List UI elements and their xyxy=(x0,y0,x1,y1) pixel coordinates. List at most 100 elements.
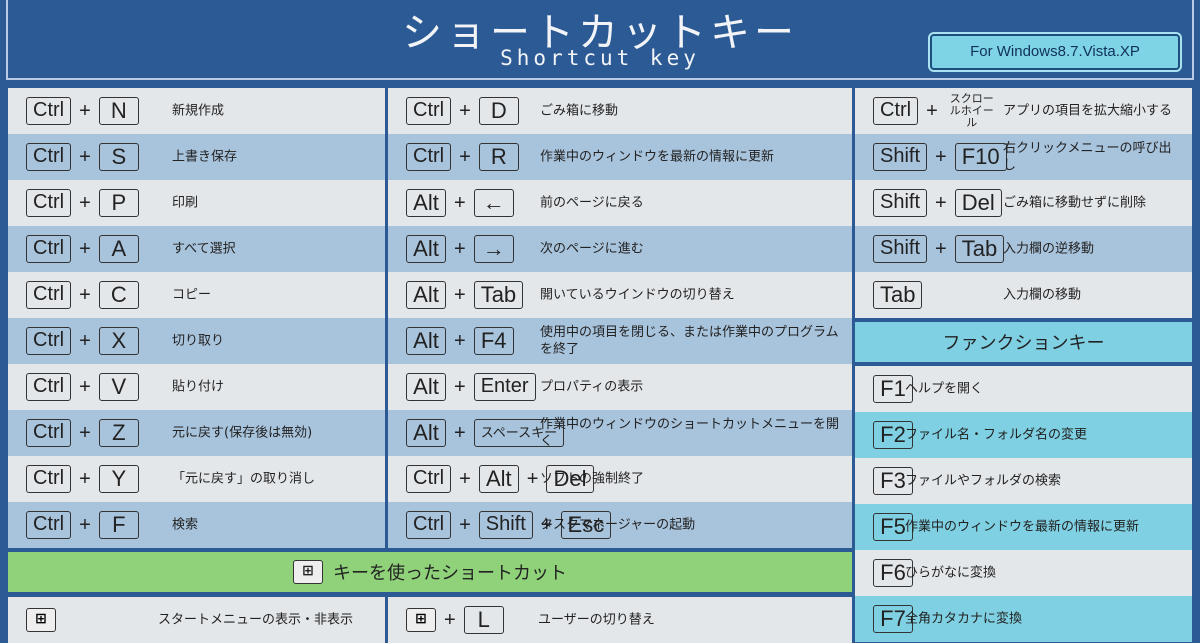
key-cap: Ctrl xyxy=(873,97,919,125)
windows-key-header: ⊞ キーを使ったショートカット xyxy=(8,552,852,592)
shortcut-description: 検索 xyxy=(172,517,199,533)
shortcut-row: F2 ファイル名・フォルダ名の変更 xyxy=(855,412,1192,458)
plus-sign: + xyxy=(79,513,91,536)
plus-sign: + xyxy=(526,467,539,490)
shortcut-description: プロパティの表示 xyxy=(540,379,644,395)
key-cap: Ctrl xyxy=(406,465,452,493)
key-cap: Shift xyxy=(478,511,533,539)
key-cap: Ctrl xyxy=(26,327,72,355)
shortcut-description: 上書き保存 xyxy=(172,149,238,165)
plus-sign: + xyxy=(459,99,471,122)
windows-key-title: キーを使ったショートカット xyxy=(333,563,567,584)
shortcut-row: Ctrl + F 検索 xyxy=(8,502,385,548)
shortcut-description: 作業中のウィンドウを最新の情報に更新 xyxy=(905,519,1140,535)
key-cap: Enter xyxy=(473,373,536,401)
shortcut-description: 新規作成 xyxy=(172,103,225,119)
shortcut-description: 右クリックメニューの呼び出し xyxy=(1003,141,1172,173)
scroll-wheel-label: スクロールホイール xyxy=(949,92,994,129)
windows-version-badge: For Windows8.7.Vista.XP xyxy=(928,32,1182,72)
shortcut-description: 次のページに進む xyxy=(540,241,644,257)
shortcut-row: Alt + ← 前のページに戻る xyxy=(388,180,852,226)
shortcut-description: アプリの項目を拡大縮小する xyxy=(1003,103,1173,119)
shortcut-row: Alt + F4 使用中の項目を閉じる、または作業中のプログラムを終了 xyxy=(388,318,852,364)
plus-sign: + xyxy=(459,513,471,536)
shortcut-row: Shift + Del ごみ箱に移動せずに削除 xyxy=(855,180,1192,226)
shortcut-row: Tab 入力欄の移動 xyxy=(855,272,1192,318)
key-cap: Shift xyxy=(873,235,928,263)
key-cap: F4 xyxy=(473,327,514,355)
plus-sign: + xyxy=(454,191,466,214)
plus-sign: + xyxy=(935,237,947,260)
key-cap: Ctrl xyxy=(26,97,72,125)
shortcut-row: F1 ヘルプを開く xyxy=(855,366,1192,412)
shortcut-row: Alt + → 次のページに進む xyxy=(388,226,852,272)
plus-sign: + xyxy=(79,283,91,306)
key-cap: Ctrl xyxy=(406,511,452,539)
shortcut-description: 入力欄の逆移動 xyxy=(1003,241,1095,257)
plus-sign: + xyxy=(935,145,947,168)
key-cap: Shift xyxy=(873,189,928,217)
shortcut-row: Ctrl + スクロールホイール アプリの項目を拡大縮小する xyxy=(855,88,1192,134)
key-cap: Ctrl xyxy=(26,281,72,309)
shortcut-description: 使用中の項目を閉じる、または作業中のプログラムを終了 xyxy=(540,325,839,357)
plus-sign: + xyxy=(459,145,471,168)
shortcut-description: タスクマネージャーの起動 xyxy=(540,517,696,533)
shortcut-description: 印刷 xyxy=(172,195,199,211)
key-cap: R xyxy=(478,143,519,171)
shortcut-row: Ctrl + C コピー xyxy=(8,272,385,318)
key-cap: ← xyxy=(473,189,514,217)
shortcut-description: 切り取り xyxy=(172,333,225,349)
plus-sign: + xyxy=(444,608,456,631)
shortcut-description: 作業中のウィンドウのショートカットメニューを開く xyxy=(540,417,840,449)
plus-sign: + xyxy=(454,237,466,260)
shortcut-row: F6 ひらがなに変換 xyxy=(855,550,1192,596)
shortcut-row: ⊞ + L ユーザーの切り替え xyxy=(388,597,852,643)
plus-sign: + xyxy=(454,329,466,352)
windows-key-icon: ⊞ xyxy=(406,608,436,632)
shortcut-row: Shift + Tab 入力欄の逆移動 xyxy=(855,226,1192,272)
shortcut-description: ファイルやフォルダの検索 xyxy=(905,473,1062,489)
key-cap: C xyxy=(98,281,139,309)
shortcut-row: Ctrl + Z 元に戻す(保存後は無効) xyxy=(8,410,385,456)
key-cap: A xyxy=(98,235,139,263)
shortcut-row: Alt + Tab 開いているウインドウの切り替え xyxy=(388,272,852,318)
shortcut-description: 全角カタカナに変換 xyxy=(905,611,1023,627)
shortcut-description: ユーザーの切り替え xyxy=(538,612,655,628)
shortcut-row: Alt + Enter プロパティの表示 xyxy=(388,364,852,410)
key-cap: V xyxy=(98,373,139,401)
key-cap: Alt xyxy=(406,373,446,401)
key-cap: F10 xyxy=(954,143,1007,171)
key-cap: Ctrl xyxy=(26,373,72,401)
key-cap: → xyxy=(473,235,514,263)
key-cap: F xyxy=(98,511,139,539)
key-cap: Ctrl xyxy=(406,143,452,171)
shortcut-description: ごみ箱に移動 xyxy=(540,103,619,119)
key-cap: Del xyxy=(954,189,1002,217)
shortcut-row: Ctrl + R 作業中のウィンドウを最新の情報に更新 xyxy=(388,134,852,180)
shortcut-description: ファイル名・フォルダ名の変更 xyxy=(905,427,1088,443)
key-cap: Alt xyxy=(478,465,519,493)
plus-sign: + xyxy=(79,145,91,168)
function-keys-header: ファンクションキー xyxy=(855,322,1192,362)
key-cap: S xyxy=(98,143,139,171)
key-cap: Ctrl xyxy=(26,143,72,171)
plus-sign: + xyxy=(935,191,947,214)
shortcut-description: 開いているウインドウの切り替え xyxy=(540,287,735,303)
shortcut-row: Ctrl + Alt + Del ソフトの強制終了 xyxy=(388,456,852,502)
shortcut-description: コピー xyxy=(172,287,212,303)
plus-sign: + xyxy=(79,375,91,398)
shortcut-description: スタートメニューの表示・非表示 xyxy=(158,612,354,628)
plus-sign: + xyxy=(79,421,91,444)
shortcut-description: 入力欄の移動 xyxy=(1003,287,1082,303)
key-cap: Tab xyxy=(473,281,524,309)
key-cap: Ctrl xyxy=(26,419,72,447)
shortcut-description: ひらがなに変換 xyxy=(905,565,997,581)
shortcut-row: Shift + F10 右クリックメニューの呼び出し xyxy=(855,134,1192,180)
key-cap: Ctrl xyxy=(26,511,72,539)
shortcut-row: Ctrl + D ごみ箱に移動 xyxy=(388,88,852,134)
plus-sign: + xyxy=(454,283,466,306)
key-cap: Tab xyxy=(954,235,1005,263)
shortcut-row: Ctrl + S 上書き保存 xyxy=(8,134,385,180)
key-cap: N xyxy=(98,97,139,125)
key-cap: D xyxy=(478,97,519,125)
